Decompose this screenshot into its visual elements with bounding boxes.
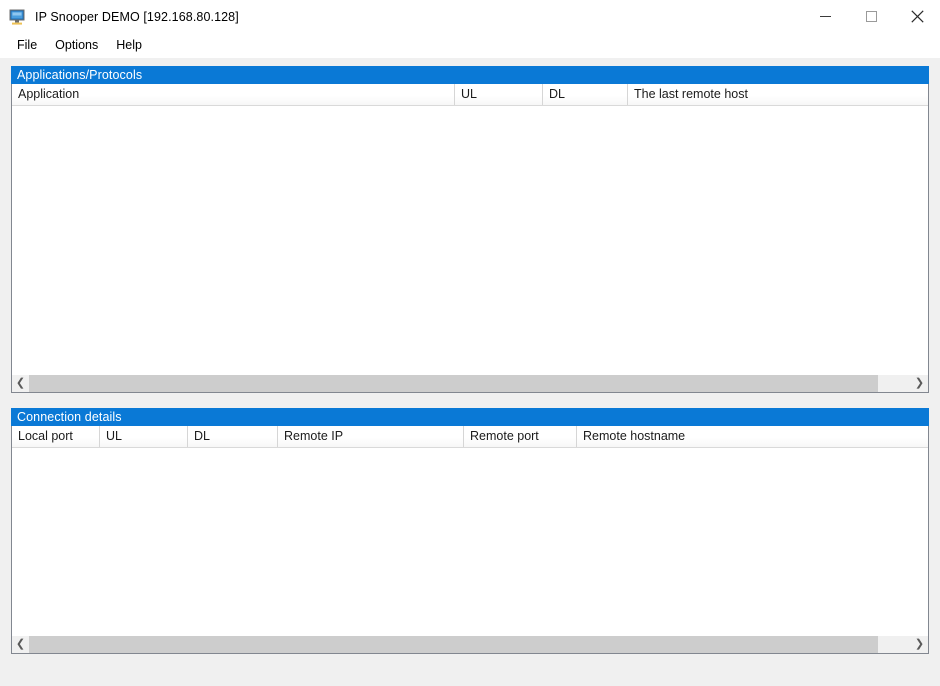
window-title: IP Snooper DEMO [192.168.80.128] [35,9,239,24]
close-button[interactable] [894,0,940,33]
column-header-last-remote-host[interactable]: The last remote host [628,84,928,105]
monitor-icon [9,8,26,25]
applications-horizontal-scrollbar[interactable]: ❮ ❯ [12,374,928,392]
client-area: Applications/Protocols Application UL DL… [0,58,940,686]
applications-protocols-caption: Applications/Protocols [11,66,929,84]
column-header-remote-ip[interactable]: Remote IP [278,426,464,447]
chevron-left-icon[interactable]: ❮ [12,375,29,392]
applications-scrollbar-track[interactable] [29,375,911,392]
maximize-icon [865,11,877,22]
maximize-button[interactable] [848,0,894,33]
column-header-remote-port[interactable]: Remote port [464,426,577,447]
menu-item-file[interactable]: File [8,36,46,55]
menu-bar: File Options Help [0,33,940,58]
connection-details-listview[interactable]: Local port UL DL Remote IP Remote port R… [11,426,929,654]
application-window: IP Snooper DEMO [192.168.80.128] File Op… [0,0,940,686]
close-icon [910,10,924,23]
connection-details-panel: Connection details Local port UL DL Remo… [11,408,929,654]
connection-horizontal-scrollbar[interactable]: ❮ ❯ [12,635,928,653]
connection-scrollbar-thumb[interactable] [29,636,879,653]
menu-item-options[interactable]: Options [46,36,107,55]
applications-scrollbar-thumb[interactable] [29,375,879,392]
connection-details-caption: Connection details [11,408,929,426]
window-controls [802,0,940,33]
column-header-dl[interactable]: DL [543,84,628,105]
connection-list-body[interactable] [12,448,928,635]
applications-protocols-listview[interactable]: Application UL DL The last remote host ❮… [11,84,929,393]
column-header-conn-ul[interactable]: UL [100,426,188,447]
chevron-left-icon[interactable]: ❮ [12,636,29,653]
menu-item-help[interactable]: Help [107,36,151,55]
minimize-icon [819,16,831,17]
title-bar: IP Snooper DEMO [192.168.80.128] [0,0,940,33]
minimize-button[interactable] [802,0,848,33]
applications-list-body[interactable] [12,106,928,374]
applications-protocols-panel: Applications/Protocols Application UL DL… [11,66,929,393]
column-header-application[interactable]: Application [12,84,455,105]
column-header-local-port[interactable]: Local port [12,426,100,447]
applications-column-header: Application UL DL The last remote host [12,84,928,106]
column-header-conn-dl[interactable]: DL [188,426,278,447]
chevron-right-icon[interactable]: ❯ [911,636,928,653]
connection-scrollbar-track[interactable] [29,636,911,653]
chevron-right-icon[interactable]: ❯ [911,375,928,392]
column-header-ul[interactable]: UL [455,84,543,105]
connection-column-header: Local port UL DL Remote IP Remote port R… [12,426,928,448]
column-header-remote-hostname[interactable]: Remote hostname [577,426,928,447]
